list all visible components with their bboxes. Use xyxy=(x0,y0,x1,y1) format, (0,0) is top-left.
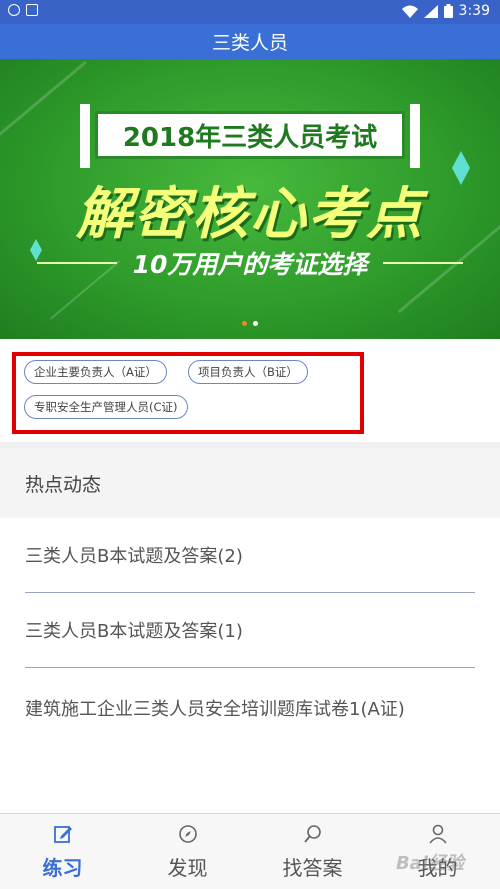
section-header: 热点动态 xyxy=(0,448,500,518)
wifi-icon xyxy=(401,5,418,18)
banner-subtitle: 10万用户的考证选择 xyxy=(132,250,368,279)
certificate-tags: 企业主要负责人（A证） 项目负责人（B证） 专职安全生产管理人员(C证) xyxy=(0,339,500,442)
promo-banner[interactable]: 2018年三类人员考试 解密核心考点 10万用户的考证选择 xyxy=(0,59,500,339)
banner-subtitle-row: 10万用户的考证选择 xyxy=(0,245,500,281)
status-time: 3:39 xyxy=(458,3,490,19)
list-item[interactable]: 三类人员B本试题及答案(2) xyxy=(25,518,475,593)
section-title: 热点动态 xyxy=(25,473,102,496)
tag-b-certificate[interactable]: 项目负责人（B证） xyxy=(188,360,308,384)
image-icon xyxy=(26,4,38,16)
edit-icon xyxy=(53,826,72,843)
banner-title: 2018年三类人员考试 xyxy=(80,104,420,168)
banner-streak xyxy=(0,60,87,141)
notification-icon xyxy=(8,4,20,16)
nav-label: 发现 xyxy=(167,856,208,880)
list-item-title: 建筑施工企业三类人员安全培训题库试卷1(A证) xyxy=(25,698,405,720)
tag-c-certificate[interactable]: 专职安全生产管理人员(C证) xyxy=(24,395,188,419)
compass-icon xyxy=(178,825,197,843)
banner-headline: 解密核心考点 xyxy=(76,182,424,247)
divider xyxy=(36,262,117,264)
carousel-dot-active[interactable] xyxy=(242,321,247,326)
divider xyxy=(383,262,464,264)
nav-discover[interactable]: 发现 xyxy=(125,814,250,889)
carousel-dot[interactable] xyxy=(253,321,258,326)
nav-find-answers[interactable]: 找答案 xyxy=(250,814,375,889)
tag-a-certificate[interactable]: 企业主要负责人（A证） xyxy=(24,360,167,384)
nav-label: 练习 xyxy=(42,856,83,880)
signal-icon xyxy=(423,4,438,18)
search-icon xyxy=(303,825,321,843)
app-bar: 三类人员 xyxy=(0,24,500,59)
list-item[interactable]: 三类人员B本试题及答案(1) xyxy=(25,593,475,668)
watermark: Bai经验 xyxy=(395,853,464,874)
list-item[interactable]: 建筑施工企业三类人员安全培训题库试卷1(A证) xyxy=(25,670,475,745)
page-title: 三类人员 xyxy=(211,32,288,54)
status-bar: 3:39 xyxy=(0,0,500,24)
list-item-title: 三类人员B本试题及答案(1) xyxy=(25,621,243,642)
carousel-indicator xyxy=(0,321,500,326)
battery-icon xyxy=(443,4,453,18)
nav-practice[interactable]: 练习 xyxy=(0,814,125,889)
list-item-title: 三类人员B本试题及答案(2) xyxy=(25,546,243,567)
nav-label: 找答案 xyxy=(282,856,343,880)
user-icon xyxy=(428,824,447,844)
